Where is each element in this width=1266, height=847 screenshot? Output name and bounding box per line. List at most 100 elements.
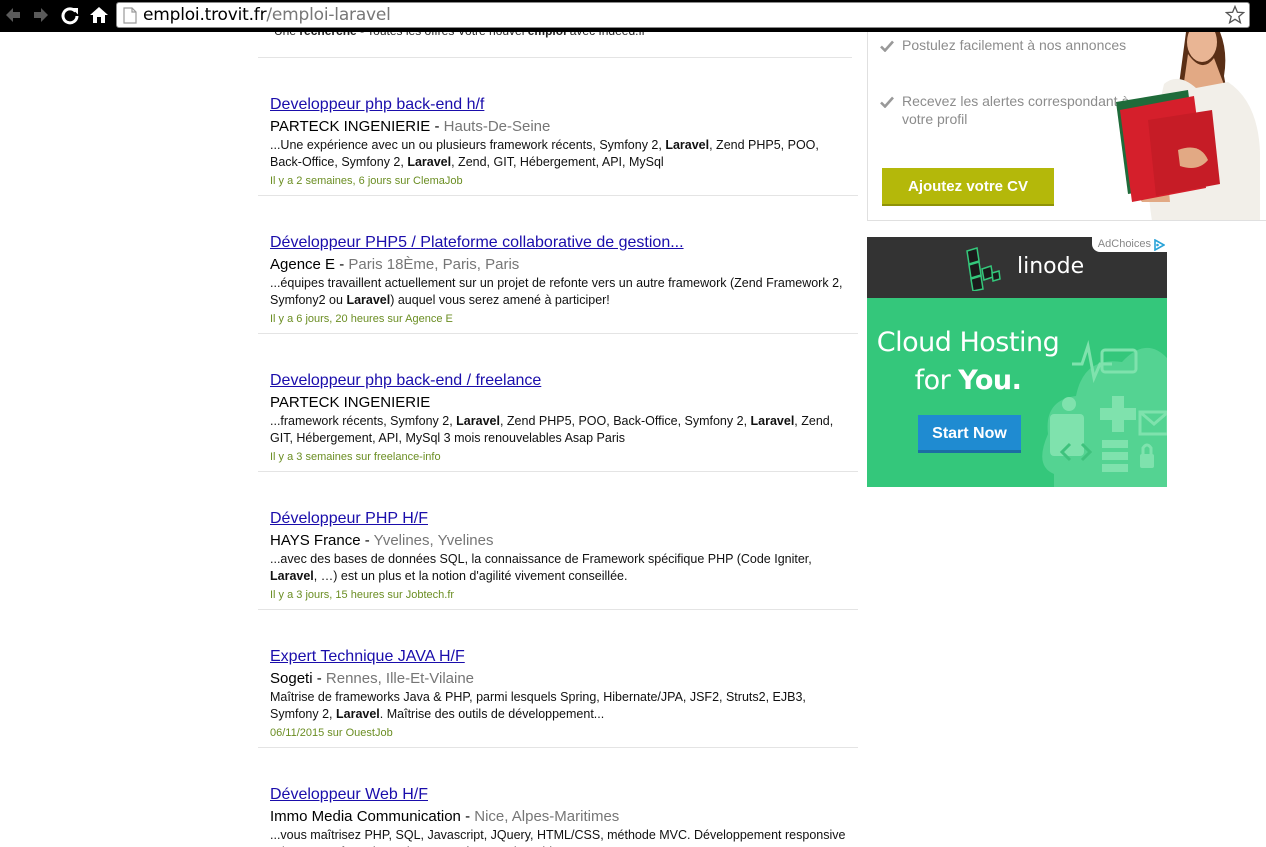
adchoices-badge[interactable]: AdChoices	[1091, 237, 1167, 252]
keyword-highlight: Laravel	[270, 569, 314, 583]
linode-ad-banner[interactable]: linode AdChoices Cloud Hosting for You. …	[867, 237, 1167, 487]
job-snippet: ...avec des bases de données SQL, la con…	[270, 551, 850, 585]
job-snippet: ...équipes travaillent actuellement sur …	[270, 275, 850, 309]
page-icon	[123, 7, 137, 24]
benefit-text: Recevez les alertes correspondant à votr…	[902, 93, 1130, 127]
snippet-text: - Toutes les offres Votre nouvel	[357, 32, 528, 38]
job-title-link[interactable]: Développeur PHP5 / Plateforme collaborat…	[270, 233, 684, 253]
ad-header: linode AdChoices	[867, 237, 1167, 298]
job-company-line: Sogeti - Rennes, Ille-Et-Vilaine	[270, 669, 474, 688]
job-location: Hauts-De-Seine	[443, 118, 551, 135]
ad-headline-line2-bold: You.	[958, 365, 1022, 396]
job-meta: Il y a 6 jours, 20 heures sur Agence E	[270, 313, 453, 325]
url-host: emploi.trovit.fr	[143, 5, 267, 25]
job-location: Yvelines, Yvelines	[373, 532, 494, 549]
snippet-text: . Maîtrise des outils de développement..…	[379, 707, 605, 721]
benefit-text: Postulez facilement à nos annonces	[902, 37, 1127, 53]
benefit-item: Postulez facilement à nos annonces	[880, 36, 1132, 57]
job-snippet: Maîtrise de frameworks Java & PHP, parmi…	[270, 689, 850, 723]
job-meta: Il y a 3 jours, 15 heures sur Jobtech.fr	[270, 589, 455, 601]
job-listing: Développeur Web H/F Immo Media Communicat…	[258, 748, 858, 847]
checkmark-icon	[880, 40, 894, 53]
job-title-link[interactable]: Développeur PHP H/F	[270, 509, 428, 529]
job-meta: Il y a 2 semaines, 6 jours sur ClemaJob	[270, 175, 463, 187]
job-separator: -	[460, 808, 475, 825]
keyword-highlight: Laravel	[456, 414, 500, 428]
star-icon[interactable]	[1225, 5, 1245, 25]
job-listing: Developpeur php back-end / freelance PART…	[258, 334, 858, 472]
job-listing: Expert Technique JAVA H/F Sogeti - Rennes…	[258, 610, 858, 748]
job-company-line: PARTECK INGENIERIE - Hauts-De-Seine	[270, 117, 550, 136]
woman-with-folders-image	[1116, 32, 1260, 220]
snippet-text: , Zend PHP5, POO, Back-Office, Symfony 2…	[499, 414, 751, 428]
keyword-highlight: Laravel	[665, 138, 710, 152]
ad-headline-line2: for You.	[873, 362, 1063, 400]
keyword-highlight: Laravel	[336, 707, 380, 721]
job-snippet: ...vous maîtrisez PHP, SQL, Javascript, …	[270, 827, 850, 847]
home-icon	[90, 7, 108, 23]
reload-button[interactable]	[57, 2, 83, 28]
job-company-line: HAYS France - Yvelines, Yvelines	[270, 531, 493, 550]
job-title-link[interactable]: Developpeur php back-end h/f	[270, 95, 484, 115]
job-company-line: Agence E - Paris 18Ème, Paris, Paris	[270, 255, 519, 274]
forward-button[interactable]	[28, 2, 54, 28]
add-cv-button[interactable]: Ajoutez votre CV	[882, 168, 1054, 206]
job-meta: Il y a 3 semaines sur freelance-info	[270, 451, 441, 463]
cv-promo-box: Postulez facilement à nos annonces Recev…	[867, 32, 1266, 221]
snippet-text: ...framework récents, Symfony 2,	[270, 414, 457, 428]
benefit-item: Recevez les alertes correspondant à votr…	[880, 92, 1132, 128]
checkmark-icon	[880, 96, 894, 109]
snippet-text: avec Indeed.fr	[566, 32, 646, 38]
snippet-text: ...Une expérience avec un ou plusieurs f…	[270, 138, 666, 152]
job-separator: -	[360, 532, 374, 549]
adchoices-icon	[1154, 238, 1165, 251]
ad-headline-line2-pre: for	[914, 365, 959, 396]
keyword-highlight: emploi	[528, 32, 567, 38]
job-separator: -	[312, 670, 326, 687]
job-results-list: Une recherche - Toutes les offres Votre …	[258, 32, 858, 847]
job-meta: 06/11/2015 sur OuestJob	[270, 727, 393, 739]
job-separator: -	[430, 118, 444, 135]
job-title-link[interactable]: Expert Technique JAVA H/F	[270, 647, 465, 667]
job-title-link[interactable]: Developpeur php back-end / freelance	[270, 371, 541, 391]
snippet-text: Une	[274, 32, 299, 38]
previous-result-row: Une recherche - Toutes les offres Votre …	[258, 32, 852, 58]
snippet-text: , …) est un plus et la notion d'agilité …	[313, 569, 628, 583]
url-path: /emploi-laravel	[266, 5, 391, 25]
back-button[interactable]	[0, 2, 26, 28]
ad-headline-line1: Cloud Hosting	[876, 327, 1060, 358]
job-company-line: Immo Media Communication - Nice, Alpes-M…	[270, 807, 619, 826]
job-company: Agence E	[270, 256, 336, 273]
address-bar[interactable]: emploi.trovit.fr/emploi-laravel	[116, 2, 1250, 28]
job-company: Immo Media Communication	[270, 808, 461, 825]
start-now-button[interactable]: Start Now	[918, 415, 1021, 453]
job-snippet: ...framework récents, Symfony 2, Laravel…	[270, 413, 850, 447]
job-snippet: ...Une expérience avec un ou plusieurs f…	[270, 137, 850, 171]
browser-toolbar: emploi.trovit.fr/emploi-laravel	[0, 0, 1266, 32]
job-company: PARTECK INGENIERIE	[270, 118, 431, 135]
back-arrow-icon	[6, 8, 20, 22]
ad-headline: Cloud Hosting for You.	[873, 324, 1063, 400]
reload-icon	[61, 7, 79, 25]
keyword-highlight: Laravel	[407, 155, 452, 169]
job-listing: Développeur PHP H/F HAYS France - Yveline…	[258, 472, 858, 610]
job-listing: Développeur PHP5 / Plateforme collaborat…	[258, 196, 858, 334]
job-company-line: PARTECK INGENIERIE	[270, 393, 430, 412]
job-company: Sogeti	[270, 670, 313, 687]
snippet-text: , Zend, GIT, Hébergement, API, MySql	[451, 155, 664, 169]
job-location: Rennes, Ille-Et-Vilaine	[325, 670, 475, 687]
adchoices-label: AdChoices	[1097, 238, 1151, 250]
job-company: HAYS France	[270, 532, 361, 549]
ad-body: Cloud Hosting for You. Start Now	[867, 298, 1167, 487]
job-listing: Developpeur php back-end h/f PARTECK INGE…	[258, 58, 858, 196]
snippet-text: ) auquel vous serez amené à participer!	[390, 293, 610, 307]
previous-result-snippet: Une recherche - Toutes les offres Votre …	[274, 32, 646, 40]
forward-arrow-icon	[34, 8, 48, 22]
job-title-link[interactable]: Développeur Web H/F	[270, 785, 428, 805]
linode-brand-text: linode	[1017, 254, 1085, 279]
job-location: Paris 18Ème, Paris, Paris	[348, 256, 520, 273]
home-button[interactable]	[86, 2, 112, 28]
keyword-highlight: Laravel	[346, 293, 391, 307]
keyword-highlight: Laravel	[750, 414, 795, 428]
job-location: Nice, Alpes-Maritimes	[474, 808, 620, 825]
